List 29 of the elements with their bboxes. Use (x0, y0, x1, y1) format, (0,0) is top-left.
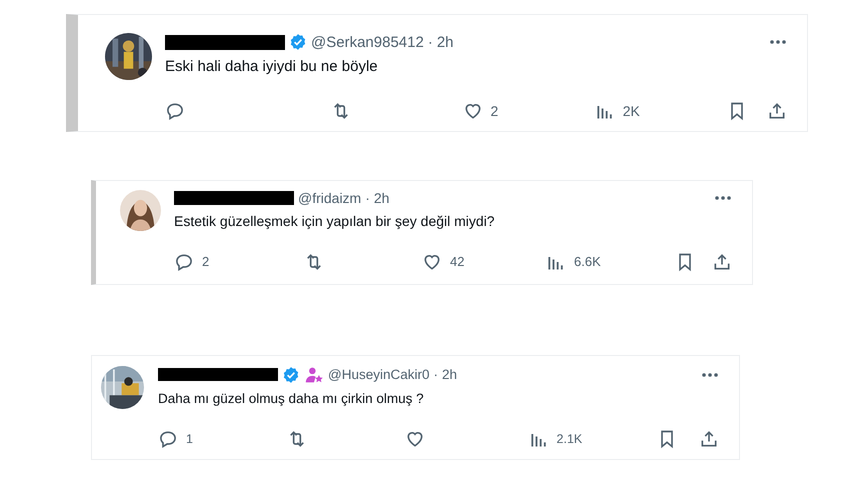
reply-icon[interactable] (174, 252, 194, 272)
like-count: 42 (450, 254, 464, 270)
separator-dot: · (428, 34, 433, 50)
reply-count: 2 (202, 254, 210, 270)
post-time[interactable]: 2h (436, 34, 454, 50)
tweet-text: Daha mı güzel olmuş daha mı çirkin olmuş ? (158, 390, 425, 408)
post-time[interactable]: 2h (374, 190, 390, 206)
more-options-icon[interactable] (701, 372, 719, 378)
like-count: 2 (490, 102, 498, 118)
reply-icon[interactable] (158, 429, 178, 450)
share-icon[interactable] (766, 100, 787, 120)
separator-dot: · (365, 190, 370, 206)
share-icon[interactable] (712, 252, 732, 272)
share-icon[interactable] (698, 429, 719, 450)
more-options-icon[interactable] (714, 194, 732, 200)
tweet-text: Estetik güzelleşmek için yapılan bir şey değil miydi? (174, 212, 496, 230)
view-count: 2.1K (556, 432, 582, 446)
separator-dot: · (434, 367, 438, 382)
user-handle[interactable]: @HuseyinCakir0 (328, 367, 430, 382)
more-options-icon[interactable] (769, 39, 787, 45)
reply-count: 1 (186, 432, 193, 446)
user-handle[interactable]: @Serkan985412 (311, 34, 424, 50)
reply-icon[interactable] (165, 100, 185, 120)
view-count: 6.6K (574, 254, 601, 270)
view-count: 2K (622, 102, 640, 118)
tweet-text: Eski hali daha iyiydi bu ne böyle (165, 57, 379, 76)
heart-icon[interactable] (405, 429, 426, 450)
user-handle[interactable]: @fridaizm (298, 190, 362, 206)
post-time[interactable]: 2h (442, 367, 458, 382)
